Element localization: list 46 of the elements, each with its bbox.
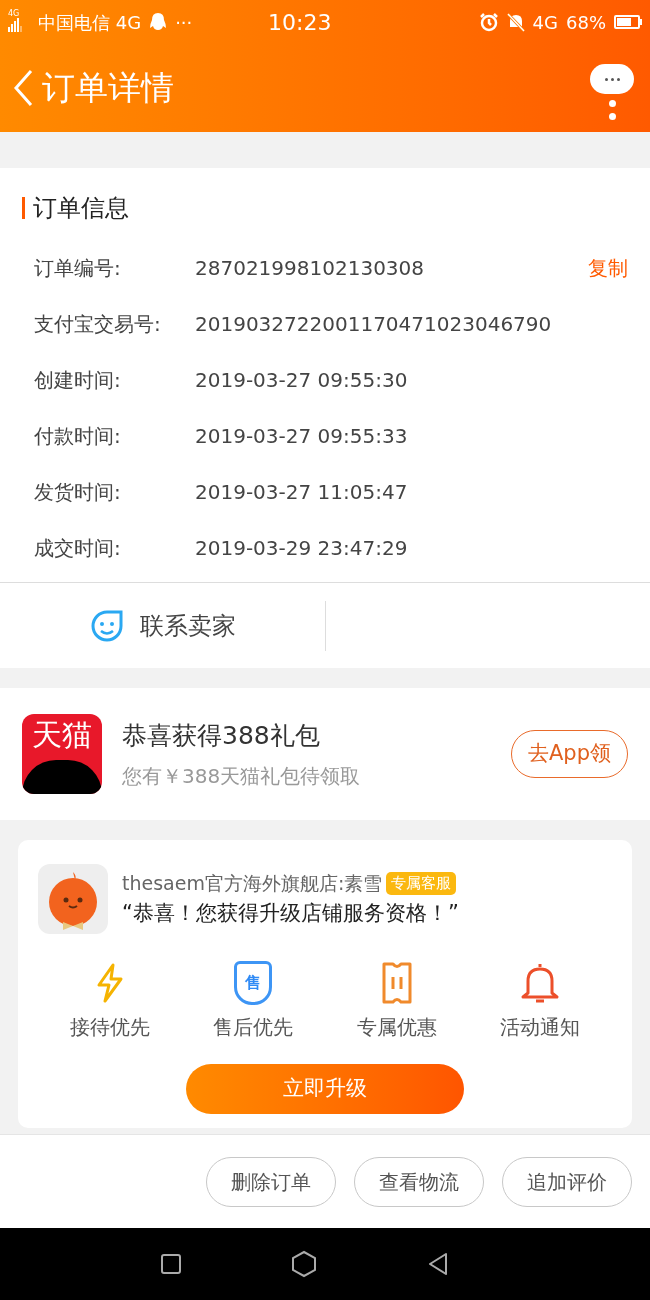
penguin-icon bbox=[149, 12, 168, 32]
store-name: thesaem官方海外旗舰店:素雪 bbox=[122, 871, 383, 896]
network-label: 4G bbox=[532, 10, 558, 35]
contact-seller-button[interactable]: 联系卖家 bbox=[0, 600, 326, 651]
muted-bell-icon bbox=[506, 12, 525, 32]
alarm-icon bbox=[478, 12, 499, 32]
promo-title: 恭喜获得388礼包 bbox=[122, 720, 321, 753]
store-message: “恭喜！您获得升级店铺服务资格！” bbox=[122, 899, 459, 927]
field-value: 2019-03-27 11:05:47 bbox=[195, 479, 409, 506]
more-menu-icon[interactable] bbox=[590, 64, 634, 120]
order-action-button[interactable]: 删除订单 bbox=[206, 1156, 336, 1207]
benefit-label: 售后优先 bbox=[213, 1014, 294, 1041]
field-label: 付款时间: bbox=[34, 423, 122, 450]
field-value: 287021998102130308 bbox=[195, 255, 426, 282]
field-label: 支付宝交易号: bbox=[34, 311, 162, 338]
field-label: 订单编号: bbox=[34, 255, 122, 282]
field-value: 2019032722001170471023046790 bbox=[195, 311, 553, 338]
shield-icon: 售 bbox=[234, 961, 273, 1005]
promo-subtitle: 您有￥388天猫礼包待领取 bbox=[122, 762, 362, 790]
order-action-button[interactable]: 追加评价 bbox=[502, 1156, 632, 1207]
benefit-label: 专属优惠 bbox=[356, 1014, 437, 1041]
ticket-icon bbox=[380, 961, 413, 1005]
field-label: 成交时间: bbox=[34, 535, 122, 562]
page-title: 订单详情 bbox=[42, 67, 175, 110]
battery-percent: 68% bbox=[566, 10, 606, 35]
bell-icon bbox=[520, 961, 561, 1005]
service-badge: 专属客服 bbox=[386, 872, 457, 895]
benefit-label: 活动通知 bbox=[500, 1014, 581, 1041]
field-value: 2019-03-27 09:55:30 bbox=[195, 367, 409, 394]
battery-icon bbox=[614, 15, 642, 29]
field-value: 2019-03-29 23:47:29 bbox=[195, 535, 409, 562]
carrier-label: 中国电信 4G bbox=[38, 10, 142, 35]
clock-time: 10:23 bbox=[268, 8, 333, 37]
field-value: 2019-03-27 09:55:33 bbox=[195, 423, 409, 450]
recent-apps-icon[interactable] bbox=[161, 1254, 181, 1274]
section-title: 订单信息 bbox=[33, 193, 129, 224]
benefit-label: 接待优先 bbox=[69, 1014, 150, 1041]
more-notifications-label: ··· bbox=[175, 10, 193, 35]
chat-face-icon bbox=[89, 608, 124, 643]
field-label: 发货时间: bbox=[34, 479, 122, 506]
mascot-avatar bbox=[38, 864, 108, 934]
order-action-button[interactable]: 查看物流 bbox=[354, 1156, 484, 1207]
home-icon[interactable] bbox=[291, 1250, 317, 1278]
field-label: 创建时间: bbox=[34, 367, 122, 394]
tmall-logo: 天猫 bbox=[22, 714, 102, 794]
back-nav-icon[interactable] bbox=[427, 1251, 449, 1277]
